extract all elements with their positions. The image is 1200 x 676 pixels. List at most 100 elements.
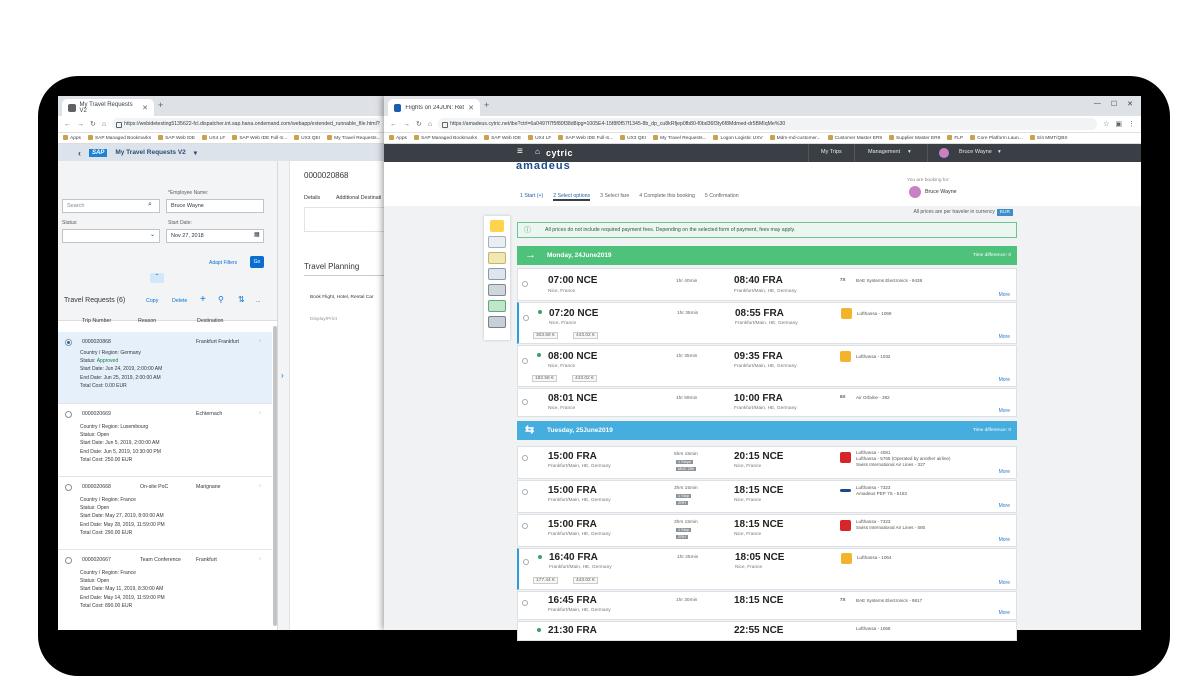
- flight-option[interactable]: 15:00 FRA Frankfurt/Main, HE, Germany 3h…: [517, 514, 1017, 547]
- bookmark-item[interactable]: Supplier Master ER9: [889, 135, 940, 141]
- go-button[interactable]: Go: [250, 256, 264, 268]
- step-start[interactable]: 1 Start (+): [520, 193, 543, 201]
- bookmark-item[interactable]: S/4 MMT/QBX: [1030, 135, 1068, 141]
- star-icon[interactable]: ☆: [1103, 120, 1109, 128]
- new-tab-icon[interactable]: +: [158, 100, 163, 110]
- radio-button[interactable]: [65, 557, 72, 564]
- reload-icon[interactable]: ↻: [90, 120, 96, 128]
- chevron-down-icon[interactable]: ▾: [998, 149, 1001, 155]
- step-select-options[interactable]: 2 Select options: [553, 193, 591, 201]
- chevron-right-icon[interactable]: ›: [281, 371, 284, 380]
- green-flight-icon[interactable]: [488, 300, 506, 312]
- lowest-fare-icon[interactable]: [490, 220, 504, 232]
- home-icon[interactable]: ⌂: [428, 121, 432, 128]
- plane-icon[interactable]: [488, 316, 506, 328]
- more-link[interactable]: More: [999, 377, 1010, 383]
- radio-button[interactable]: [522, 399, 528, 405]
- flight-option[interactable]: 15:00 FRA Frankfurt/Main, HE, Germany 3h…: [517, 480, 1017, 513]
- seat-map-icon[interactable]: [488, 236, 506, 248]
- radio-button[interactable]: [522, 523, 528, 529]
- step-confirmation[interactable]: 5 Confirmation: [705, 193, 739, 201]
- bookmark-item[interactable]: UX3 QEI: [620, 135, 646, 141]
- radio-button[interactable]: [65, 411, 72, 418]
- more-icon[interactable]: ...: [256, 298, 260, 304]
- bookmark-item[interactable]: UX4 LF: [528, 135, 551, 141]
- start-date-field[interactable]: Nov 27, 2018: [166, 229, 264, 243]
- step-complete-booking[interactable]: 4 Complete this booking: [639, 193, 695, 201]
- close-icon[interactable]: ✕: [468, 104, 474, 112]
- employee-name-field[interactable]: Bruce Wayne: [166, 199, 264, 213]
- home-icon[interactable]: ⌂: [535, 147, 540, 156]
- flight-option[interactable]: 21:30 FRA 22:55 NCE Lufthansa - 1068: [517, 621, 1017, 641]
- url-field[interactable]: https://webidetesting5135622-fcl.dispatc…: [112, 118, 380, 130]
- radio-button[interactable]: [522, 455, 528, 461]
- radio-button[interactable]: [523, 559, 529, 565]
- flight-option[interactable]: 07:00 NCE Nice, France 1hr 40min 08:40 F…: [517, 268, 1017, 301]
- chevron-down-icon[interactable]: ▾: [908, 149, 911, 155]
- list-item[interactable]: 0000020868 Frankfurt Frankfurt › Country…: [58, 332, 272, 404]
- reload-icon[interactable]: ↻: [416, 120, 422, 128]
- bookmark-item[interactable]: Apps: [63, 135, 81, 141]
- avatar[interactable]: [939, 148, 949, 158]
- more-link[interactable]: More: [999, 537, 1010, 543]
- close-icon[interactable]: ✕: [142, 104, 148, 112]
- adapt-filters-link[interactable]: Adapt Filters: [209, 260, 237, 266]
- cytric-logo[interactable]: cytric: [546, 148, 573, 158]
- bookmark-item[interactable]: Logon Logistic UXV: [713, 135, 762, 141]
- step-select-fare[interactable]: 3 Select fare: [600, 193, 629, 201]
- search-input[interactable]: Search: [62, 199, 160, 213]
- flight-option[interactable]: 07:20 NCE Nice, France 1hr 35min 08:55 F…: [517, 302, 1017, 344]
- minimize-icon[interactable]: —: [1094, 100, 1101, 108]
- radio-button[interactable]: [523, 315, 529, 321]
- add-icon[interactable]: +: [200, 294, 206, 305]
- bookmark-item[interactable]: Core Platform Laun...: [970, 135, 1023, 141]
- shell-title[interactable]: My Travel Requests V2: [115, 149, 185, 156]
- url-field[interactable]: https://amadeus.cytric.net/ibe?ctrl=6a04…: [438, 118, 1098, 130]
- more-link[interactable]: More: [999, 292, 1010, 298]
- bookmark-item[interactable]: SAP Managed Bookmarks: [414, 135, 477, 141]
- flight-option[interactable]: 15:00 FRA Frankfurt/Main, HE, Germany 5h…: [517, 446, 1017, 479]
- flight-option[interactable]: 16:45 FRA Frankfurt/Main, HE, Germany 1h…: [517, 591, 1017, 620]
- flight-option[interactable]: 16:40 FRA Frankfurt/Main, HE, Germany 1h…: [517, 548, 1017, 590]
- more-link[interactable]: More: [999, 610, 1010, 616]
- scrollbar[interactable]: [273, 326, 277, 626]
- more-link[interactable]: More: [999, 580, 1010, 586]
- book-flight-link[interactable]: Book Flight, Hotel, Rental Car: [310, 295, 373, 300]
- forward-icon[interactable]: →: [77, 121, 84, 128]
- more-link[interactable]: More: [999, 503, 1010, 509]
- chevron-down-icon[interactable]: ⌄: [150, 231, 155, 238]
- collapse-filter-button[interactable]: ⌃: [150, 273, 164, 283]
- bookmark-item[interactable]: Customer Master ER9: [828, 135, 882, 141]
- display-print-link[interactable]: Display/Print: [310, 317, 337, 322]
- close-window-icon[interactable]: ✕: [1127, 100, 1133, 108]
- list-item[interactable]: 0000020668 On-site PoC Marignane › Count…: [58, 478, 272, 550]
- calendar-icon[interactable]: ▦: [254, 231, 260, 238]
- bookmark-item[interactable]: Mdm-md-customer...: [770, 135, 821, 141]
- bookmark-item[interactable]: SAP Managed Bookmarks: [88, 135, 151, 141]
- home-icon[interactable]: ⌂: [102, 121, 106, 128]
- bookmark-item[interactable]: UX3 QEI: [294, 135, 320, 141]
- schedule-icon[interactable]: [488, 252, 506, 264]
- bookmark-item[interactable]: My Travel Requests...: [327, 135, 380, 141]
- hamburger-icon[interactable]: ≡: [517, 146, 523, 157]
- more-link[interactable]: More: [999, 469, 1010, 475]
- menu-icon[interactable]: ⋮: [1128, 120, 1135, 128]
- maximize-icon[interactable]: ☐: [1111, 100, 1117, 108]
- nav-management[interactable]: Management: [868, 149, 900, 155]
- radio-button[interactable]: [522, 489, 528, 495]
- bookmark-item[interactable]: SAP Web IDE: [158, 135, 195, 141]
- new-tab-icon[interactable]: +: [484, 100, 489, 110]
- forward-icon[interactable]: →: [403, 121, 410, 128]
- radio-button[interactable]: [522, 358, 528, 364]
- bookmark-item[interactable]: UX4 LF: [202, 135, 225, 141]
- more-link[interactable]: More: [999, 334, 1010, 340]
- alliance-icon[interactable]: [488, 268, 506, 280]
- tab-details[interactable]: Details: [304, 195, 320, 201]
- bookmark-item[interactable]: SAP Web IDE Full-S...: [232, 135, 287, 141]
- back-icon[interactable]: ←: [390, 121, 397, 128]
- radio-button[interactable]: [65, 339, 72, 346]
- split-handle[interactable]: ›: [278, 161, 290, 630]
- tab-my-travel-requests[interactable]: My Travel Requests V2 ✕: [62, 99, 154, 116]
- radio-button[interactable]: [522, 281, 528, 287]
- more-link[interactable]: More: [999, 408, 1010, 414]
